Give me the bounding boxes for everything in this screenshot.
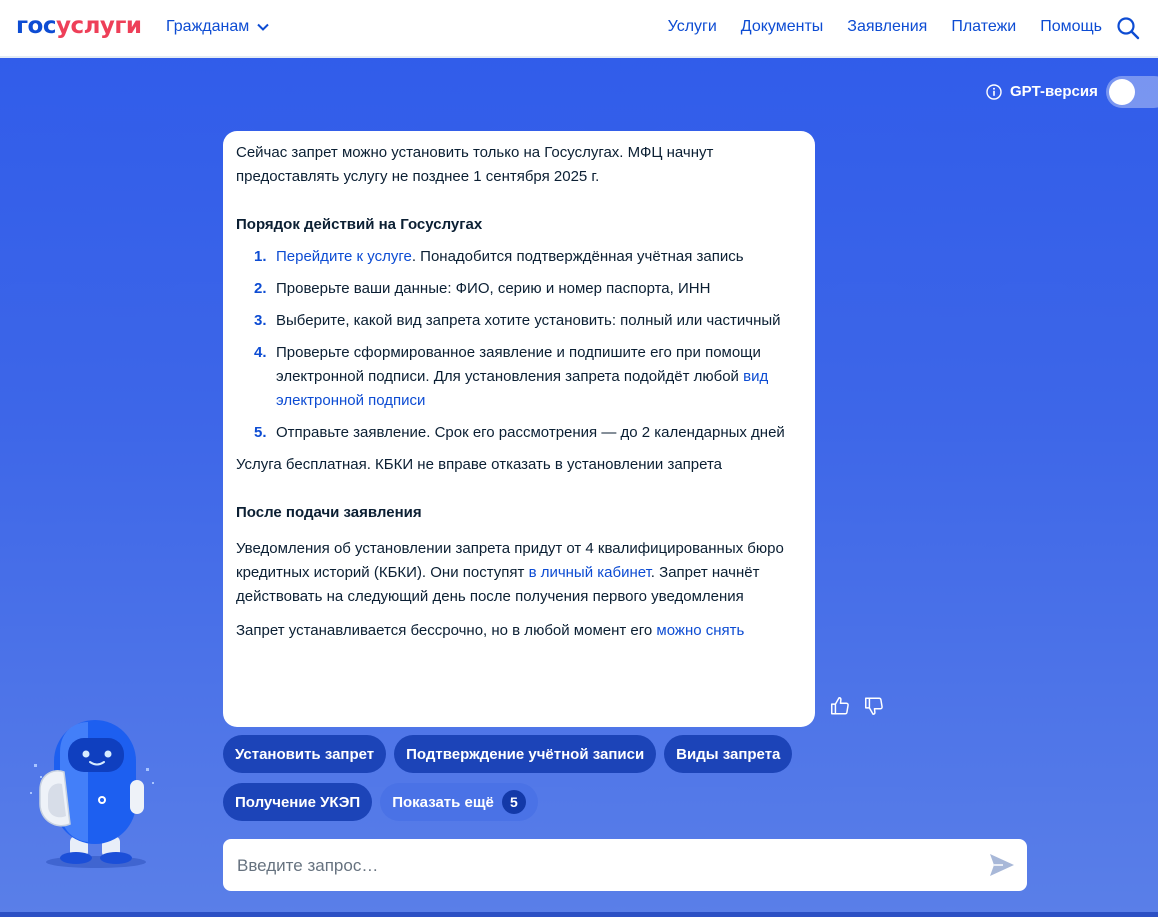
main-nav: Услуги Документы Заявления Платежи Помощ… (668, 18, 1102, 36)
top-header: госуслуги Гражданам Услуги Документы Зая… (0, 0, 1158, 58)
step-text: Отправьте заявление. Срок его рассмотрен… (276, 424, 785, 441)
query-input-box (223, 839, 1027, 893)
free-note: Услуга бесплатная. КБКИ не вправе отказа… (236, 456, 723, 473)
step-item: 4. Проверьте сформированное заявление и п… (236, 341, 802, 413)
info-icon (986, 84, 1002, 100)
nav-services[interactable]: Услуги (668, 18, 717, 36)
nav-help[interactable]: Помощь (1040, 18, 1102, 36)
assistant-message: Сейчас запрет можно установить только на… (223, 131, 815, 727)
step-text: . Понадобится подтверждённая учётная зап… (411, 248, 744, 265)
can-remove-link[interactable]: можно снять (656, 622, 744, 639)
step-item: 5. Отправьте заявление. Срок его рассмотр… (236, 421, 802, 445)
gpt-version-toggle[interactable] (1106, 76, 1158, 108)
step-number: 1. (254, 248, 267, 265)
nav-documents[interactable]: Документы (741, 18, 823, 36)
step-item: 3. Выберите, какой вид запрета хотите уст… (236, 309, 802, 333)
suggestion-chips-row-2: Получение УКЭП Показать ещё 5 (223, 783, 823, 821)
search-icon[interactable] (1116, 16, 1140, 40)
toggle-knob (1109, 79, 1135, 105)
steps-list: 1. Перейдите к услуге. Понадобится подтве… (236, 245, 802, 445)
send-icon[interactable] (989, 853, 1015, 877)
show-more-button[interactable]: Показать ещё 5 (380, 783, 538, 821)
thumbs-down-icon[interactable] (863, 695, 885, 717)
step-number: 3. (254, 312, 267, 329)
robot-mascot-illustration (30, 720, 154, 868)
nav-payments[interactable]: Платежи (951, 18, 1016, 36)
step-text: Проверьте сформированное заявление и под… (276, 344, 761, 385)
query-input[interactable] (235, 839, 979, 893)
go-to-service-link[interactable]: Перейдите к услуге (276, 248, 412, 265)
steps-heading: Порядок действий на Госуслугах (236, 216, 483, 233)
gosuslugi-logo[interactable]: госуслуги (16, 13, 142, 39)
chip-get-ukep[interactable]: Получение УКЭП (223, 783, 373, 821)
bottom-strip (0, 912, 1158, 917)
chevron-down-icon (257, 23, 269, 31)
final-text-part: Запрет устанавливается бессрочно, но в л… (236, 622, 657, 639)
audience-dropdown[interactable]: Гражданам (166, 18, 269, 36)
after-text: Уведомления об установлении запрета прид… (236, 537, 802, 609)
chip-set-ban[interactable]: Установить запрет (223, 735, 387, 773)
step-text: Выберите, какой вид запрета хотите устан… (276, 312, 781, 329)
final-text: Запрет устанавливается бессрочно, но в л… (236, 619, 802, 643)
feedback-buttons (829, 695, 885, 717)
show-more-count: 5 (501, 790, 526, 814)
step-number: 4. (254, 344, 267, 361)
step-number: 5. (254, 424, 267, 441)
audience-label: Гражданам (166, 18, 250, 35)
suggestion-chips-row-1: Установить запрет Подтверждение учётной … (223, 735, 823, 773)
step-item: 1. Перейдите к услуге. Понадобится подтве… (236, 245, 802, 269)
step-text: Проверьте ваши данные: ФИО, серию и номе… (276, 280, 711, 297)
chip-ban-types[interactable]: Виды запрета (664, 735, 793, 773)
logo-part-uslugi: услуги (55, 13, 142, 39)
nav-applications[interactable]: Заявления (847, 18, 927, 36)
step-item: 2. Проверьте ваши данные: ФИО, серию и но… (236, 277, 802, 301)
thumbs-up-icon[interactable] (829, 695, 851, 717)
gpt-version-label: GPT-версия (1010, 83, 1098, 100)
step-number: 2. (254, 280, 267, 297)
chip-account-confirmation[interactable]: Подтверждение учётной записи (394, 735, 657, 773)
personal-account-link[interactable]: в личный кабинет (529, 564, 651, 581)
show-more-label: Показать ещё (392, 793, 494, 811)
intro-text: Сейчас запрет можно установить только на… (236, 144, 714, 185)
logo-part-gos: гос (16, 13, 56, 39)
after-heading: После подачи заявления (236, 504, 422, 521)
